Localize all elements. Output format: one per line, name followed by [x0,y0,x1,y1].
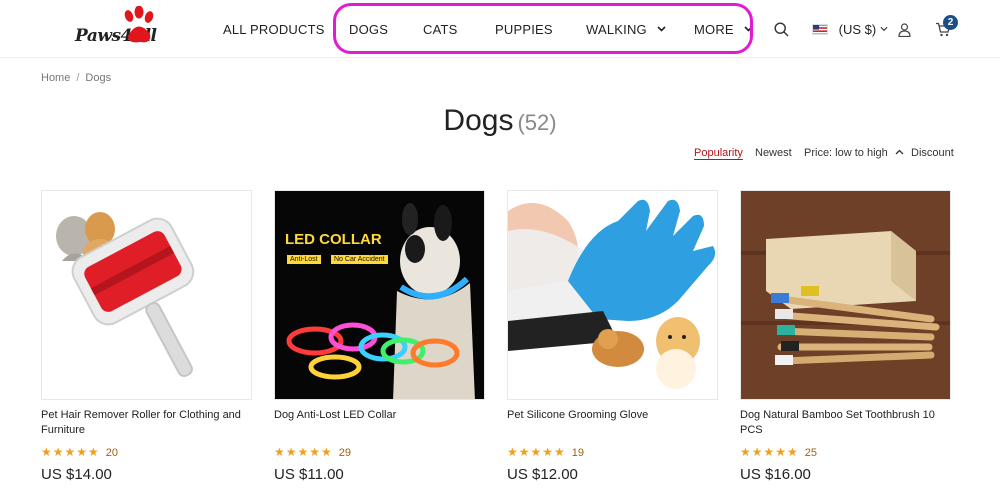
chevron-down-icon [880,26,888,32]
page-title: Dogs (52) [0,104,1000,138]
nav-all-products[interactable]: ALL PRODUCTS [223,22,325,37]
us-flag-icon [812,24,828,35]
product-price: US $11.00 [274,466,344,483]
sort-discount[interactable]: Discount [911,147,954,159]
anti-lost-tag: Anti-Lost [287,255,321,264]
sort-popularity[interactable]: Popularity [694,147,743,159]
currency-selector[interactable]: (US $) [812,22,888,37]
bamboo-toothbrush-illustration [741,191,950,399]
sort-newest[interactable]: Newest [755,147,792,159]
product-name[interactable]: Dog Natural Bamboo Set Toothbrush 10 PCS [740,408,951,438]
product-count: (52) [517,110,557,135]
product-rating: ★★★★★ 25 [740,445,951,459]
star-rating-icon: ★★★★★ [507,445,566,459]
product-image[interactable]: LED COLLAR Anti-Lost No Car Accident [274,190,485,400]
chevron-up-icon [895,149,904,155]
nav-highlight-annotation [333,3,753,54]
search-icon[interactable] [774,22,789,37]
product-card[interactable]: Dog Natural Bamboo Set Toothbrush 10 PCS… [740,190,951,483]
grooming-glove-illustration [508,199,716,389]
product-image[interactable] [41,190,252,400]
account-icon[interactable] [898,23,911,37]
review-count[interactable]: 25 [805,447,817,459]
breadcrumb: Home / Dogs [41,72,111,84]
product-card[interactable]: Pet Hair Remover Roller for Clothing and… [41,190,252,483]
star-rating-icon: ★★★★★ [740,445,799,459]
cart-count-badge: 2 [943,15,958,30]
site-header: Paws4All ALL PRODUCTS DOGS CATS PUPPIES … [0,0,1000,58]
star-rating-icon: ★★★★★ [274,445,333,459]
product-card[interactable]: LED COLLAR Anti-Lost No Car Accident Dog… [274,190,485,483]
paw-icon [124,6,154,43]
product-rating: ★★★★★ 20 [41,445,252,459]
breadcrumb-home[interactable]: Home [41,72,70,84]
review-count[interactable]: 29 [339,447,351,459]
sort-price-low-high[interactable]: Price: low to high [804,147,904,159]
product-price: US $14.00 [41,466,112,483]
breadcrumb-separator: / [76,72,80,84]
star-rating-icon: ★★★★★ [41,445,100,459]
product-rating: ★★★★★ 29 [274,445,485,459]
page-title-text: Dogs [443,104,514,137]
review-count[interactable]: 19 [572,447,584,459]
product-price: US $12.00 [507,466,578,483]
no-car-accident-tag: No Car Accident [331,255,388,264]
hair-roller-illustration [56,212,195,377]
breadcrumb-current: Dogs [85,72,112,84]
product-name[interactable]: Pet Silicone Grooming Glove [507,408,718,438]
product-price: US $16.00 [740,466,811,483]
product-image[interactable] [740,190,951,400]
product-name[interactable]: Pet Hair Remover Roller for Clothing and… [41,408,252,438]
product-image[interactable] [507,190,718,400]
product-name[interactable]: Dog Anti-Lost LED Collar [274,408,485,438]
logo[interactable]: Paws4All [72,6,182,52]
review-count[interactable]: 20 [106,447,118,459]
led-collar-heading: LED COLLAR [285,231,382,248]
currency-label: (US $) [838,22,877,37]
led-collar-illustration [275,191,484,399]
product-card[interactable]: Pet Silicone Grooming Glove ★★★★★ 19 US $… [507,190,718,483]
product-rating: ★★★★★ 19 [507,445,718,459]
